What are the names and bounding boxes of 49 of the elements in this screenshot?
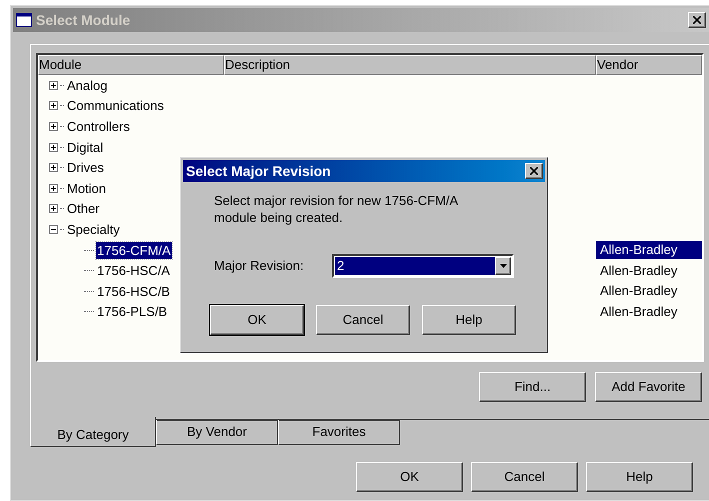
expand-icon[interactable] xyxy=(49,204,58,214)
tab[interactable]: By Category xyxy=(30,417,156,447)
dialog-button[interactable]: Help xyxy=(422,305,516,335)
expand-icon[interactable] xyxy=(49,80,58,90)
expand-icon[interactable] xyxy=(49,101,58,110)
window-icon xyxy=(16,13,32,27)
dialog-button[interactable]: Help xyxy=(586,462,693,492)
tree-item[interactable]: 1756-PLS/B xyxy=(96,303,168,320)
revision-dropdown[interactable]: 2 xyxy=(332,254,514,278)
table-cell: Allen-Bradley xyxy=(596,241,702,260)
tab[interactable]: By Vendor xyxy=(156,420,278,445)
tree-item[interactable]: Drives xyxy=(66,161,105,174)
column-header[interactable]: Vendor xyxy=(596,55,702,75)
dialog-button[interactable]: Find... xyxy=(479,372,586,402)
dialog-button[interactable]: OK xyxy=(356,462,463,492)
field-label: Major Revision: xyxy=(214,257,305,276)
column-header[interactable]: Module xyxy=(38,55,224,75)
tree-item[interactable]: 1756-HSC/B xyxy=(96,282,171,300)
dialog-title: Select Major Revision xyxy=(186,162,332,181)
table-cell-text: Allen-Bradley xyxy=(599,302,678,321)
tree-item[interactable]: Communications xyxy=(66,99,165,112)
column-header[interactable]: Description xyxy=(224,55,596,75)
tree-item[interactable]: Motion xyxy=(66,182,108,195)
window-title: Select Module xyxy=(36,10,132,30)
dropdown-arrow-icon xyxy=(500,264,506,268)
tree-item[interactable]: Specialty xyxy=(66,222,121,236)
table-cell-text: Allen-Bradley xyxy=(599,262,678,280)
table-cell-text: Allen-Bradley xyxy=(599,282,678,300)
expand-icon[interactable] xyxy=(49,122,58,131)
tree-item[interactable]: Digital xyxy=(66,140,104,154)
dialog-message: Select major revision for new 1756-CFM/A module being created. xyxy=(214,192,459,226)
close-button[interactable] xyxy=(688,12,706,28)
dialog-button[interactable]: Cancel xyxy=(471,462,578,492)
tree-item[interactable]: Analog xyxy=(66,78,108,92)
close-button[interactable] xyxy=(525,163,543,179)
tree-item[interactable]: 1756-CFM/A xyxy=(96,242,172,259)
dialog-button[interactable]: OK xyxy=(210,305,304,335)
dialog-button[interactable]: Cancel xyxy=(316,305,410,335)
expand-icon[interactable] xyxy=(49,142,58,152)
tree-item[interactable]: Other xyxy=(66,202,101,216)
tree-item[interactable]: 1756-HSC/A xyxy=(96,262,171,280)
tab[interactable]: Favorites xyxy=(278,420,400,445)
close-icon xyxy=(693,16,701,24)
tree-item[interactable]: Controllers xyxy=(66,120,131,133)
expand-icon[interactable] xyxy=(49,184,58,193)
close-icon xyxy=(530,167,538,175)
expand-icon[interactable] xyxy=(49,163,58,172)
collapse-icon[interactable] xyxy=(49,224,58,234)
dialog-button[interactable]: Add Favorite xyxy=(595,372,702,402)
